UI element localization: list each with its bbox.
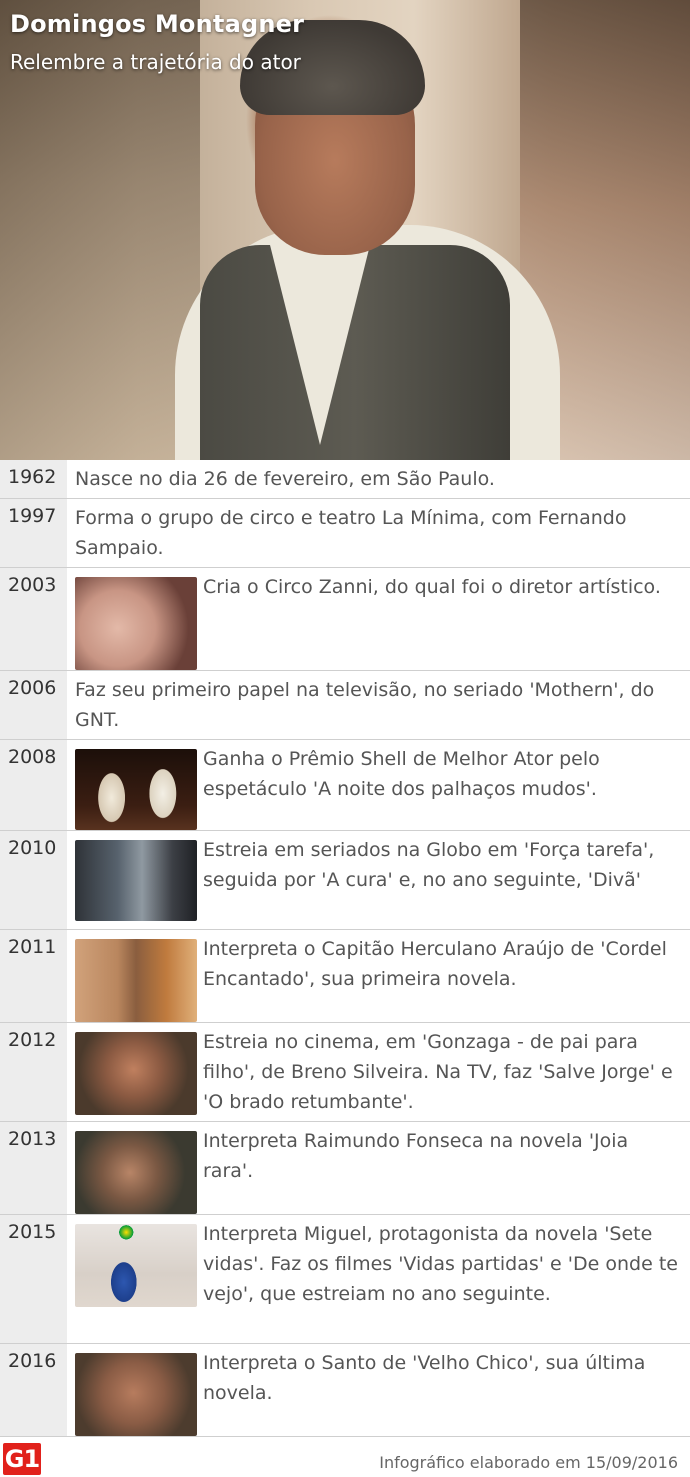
g1-logo: G1 [3, 1443, 41, 1475]
timeline-year: 2006 [0, 671, 67, 739]
timeline-content: Interpreta Raimundo Fonseca na novela 'J… [67, 1122, 690, 1214]
timeline-year: 2010 [0, 831, 67, 929]
series-photo [75, 840, 197, 921]
stage-photo [75, 749, 197, 830]
cinema-photo [75, 1032, 197, 1115]
timeline-year: 2012 [0, 1023, 67, 1121]
timeline-row-2012: 2012 Estreia no cinema, em 'Gonzaga - de… [0, 1023, 690, 1122]
timeline-text: Nasce no dia 26 de fevereiro, em São Pau… [75, 468, 495, 490]
timeline-text: Ganha o Prêmio Shell de Melhor Ator pelo… [203, 748, 600, 800]
velho-chico-photo [75, 1353, 197, 1436]
timeline-year: 2016 [0, 1344, 67, 1436]
timeline-row-2008: 2008 Ganha o Prêmio Shell de Melhor Ator… [0, 740, 690, 831]
timeline-year: 1997 [0, 499, 67, 567]
timeline-text: Estreia em seriados na Globo em 'Força t… [203, 839, 655, 891]
timeline-content: Cria o Circo Zanni, do qual foi o direto… [67, 568, 690, 670]
timeline-row-2010: 2010 Estreia em seriados na Globo em 'Fo… [0, 831, 690, 930]
sete-vidas-photo [75, 1224, 197, 1307]
header-photo: Domingos Montagner Relembre a trajetória… [0, 0, 690, 460]
timeline-row-2006: 2006 Faz seu primeiro papel na televisão… [0, 671, 690, 740]
timeline-content: Interpreta o Capitão Herculano Araújo de… [67, 930, 690, 1022]
timeline-text: Interpreta o Santo de 'Velho Chico', sua… [203, 1352, 646, 1404]
timeline-row-2013: 2013 Interpreta Raimundo Fonseca na nove… [0, 1122, 690, 1215]
timeline-content: Interpreta Miguel, protagonista da novel… [67, 1215, 690, 1343]
timeline-row-2016: 2016 Interpreta o Santo de 'Velho Chico'… [0, 1344, 690, 1437]
timeline-content: Interpreta o Santo de 'Velho Chico', sua… [67, 1344, 690, 1436]
timeline-text: Faz seu primeiro papel na televisão, no … [75, 679, 655, 731]
clown-photo [75, 577, 197, 670]
timeline-year: 2013 [0, 1122, 67, 1214]
timeline-year: 2015 [0, 1215, 67, 1343]
timeline-text: Forma o grupo de circo e teatro La Mínim… [75, 507, 627, 559]
timeline-content: Ganha o Prêmio Shell de Melhor Ator pelo… [67, 740, 690, 830]
timeline-year: 2008 [0, 740, 67, 830]
timeline-content: Estreia em seriados na Globo em 'Força t… [67, 831, 690, 929]
timeline-year: 2003 [0, 568, 67, 670]
timeline-row-2003: 2003 Cria o Circo Zanni, do qual foi o d… [0, 568, 690, 671]
page-subtitle: Relembre a trajetória do ator [10, 50, 301, 74]
timeline-text: Estreia no cinema, em 'Gonzaga - de pai … [203, 1031, 673, 1113]
novela-photo [75, 939, 197, 1022]
timeline: 1962 Nasce no dia 26 de fevereiro, em Sã… [0, 460, 690, 1437]
timeline-row-2011: 2011 Interpreta o Capitão Herculano Araú… [0, 930, 690, 1023]
timeline-year: 2011 [0, 930, 67, 1022]
timeline-row-2015: 2015 Interpreta Miguel, protagonista da … [0, 1215, 690, 1344]
timeline-text: Cria o Circo Zanni, do qual foi o direto… [203, 576, 661, 598]
timeline-text: Interpreta o Capitão Herculano Araújo de… [203, 938, 667, 990]
timeline-row-1962: 1962 Nasce no dia 26 de fevereiro, em Sã… [0, 460, 690, 499]
footer: G1 Infográfico elaborado em 15/09/2016 [0, 1437, 690, 1477]
timeline-text: Interpreta Miguel, protagonista da novel… [203, 1223, 678, 1305]
photo-vest-neckline [270, 245, 370, 445]
timeline-year: 1962 [0, 460, 67, 498]
timeline-row-1997: 1997 Forma o grupo de circo e teatro La … [0, 499, 690, 568]
infographic-credit: Infográfico elaborado em 15/09/2016 [379, 1453, 678, 1472]
joia-rara-photo [75, 1131, 197, 1214]
page-title: Domingos Montagner [10, 10, 305, 38]
timeline-text: Interpreta Raimundo Fonseca na novela 'J… [203, 1130, 629, 1182]
timeline-content: Estreia no cinema, em 'Gonzaga - de pai … [67, 1023, 690, 1121]
